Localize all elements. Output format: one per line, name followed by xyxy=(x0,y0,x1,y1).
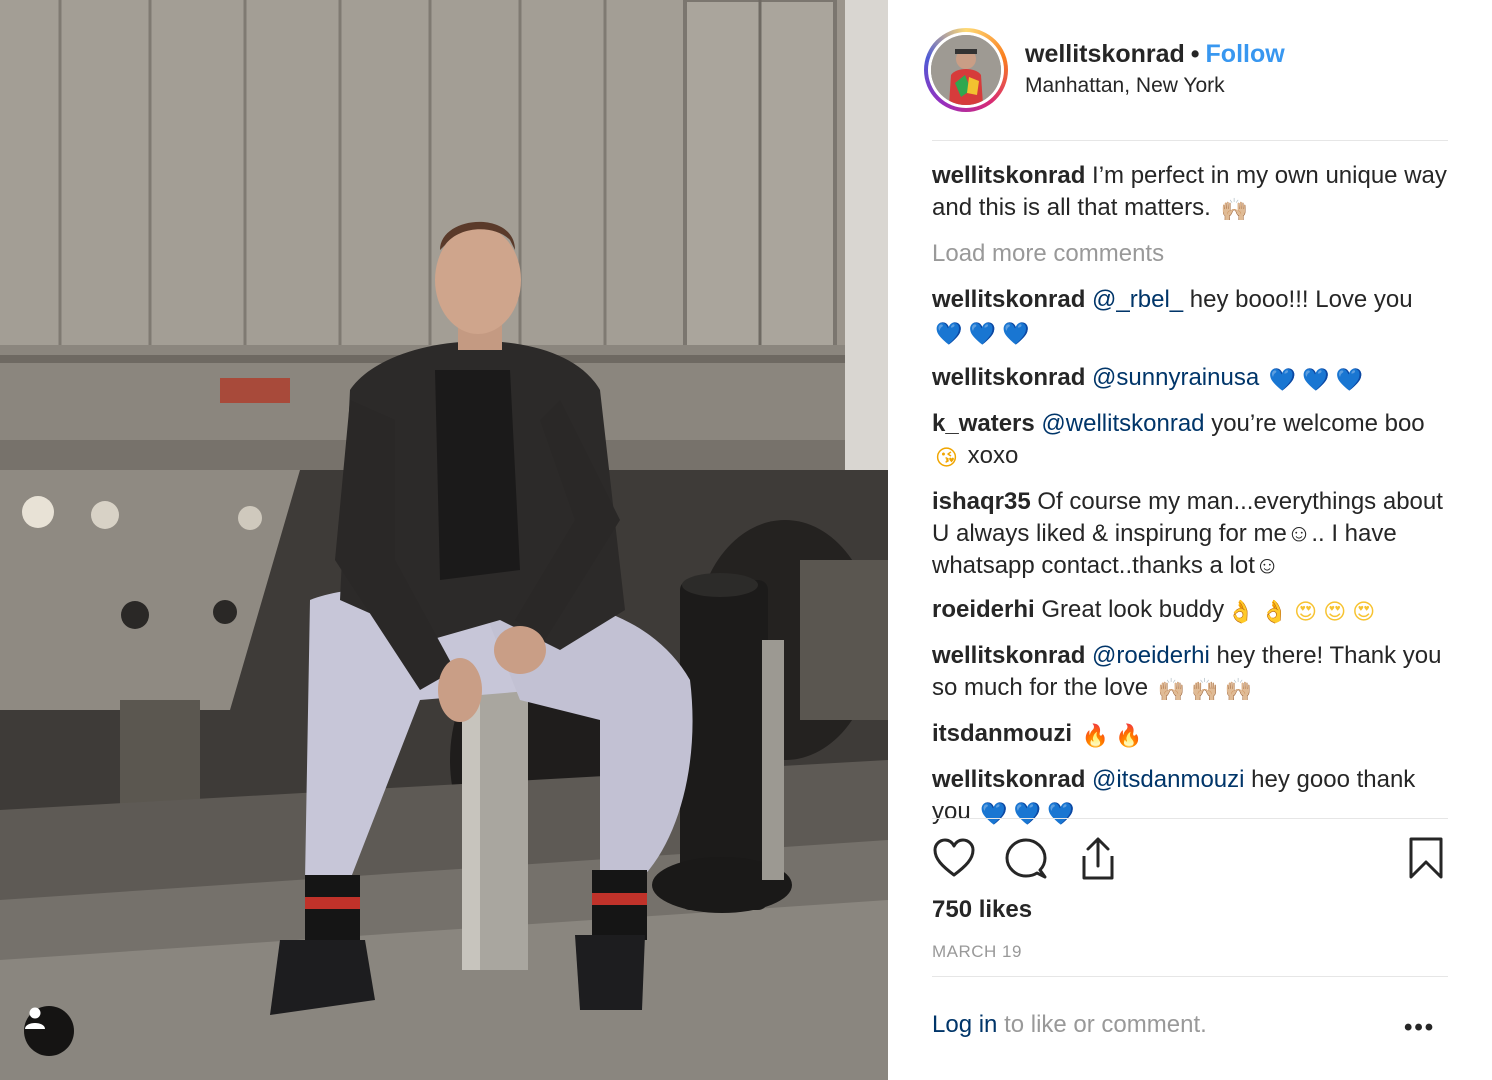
login-prompt-text: to like or comment. xyxy=(1004,1011,1207,1038)
post-photo[interactable] xyxy=(0,0,888,1080)
comment-item: roeiderhi Great look buddy 👌 👌 😍 😍 😍 xyxy=(932,594,1460,628)
raising-hands-emoji: 🙌🏼 🙌🏼 🙌🏼 xyxy=(1157,677,1253,702)
comment-username[interactable]: ishaqr35 xyxy=(932,488,1031,515)
location-link[interactable]: Manhattan, New York xyxy=(1025,74,1225,98)
comment-item: wellitskonrad @_rbel_ hey booo!!! Love y… xyxy=(932,284,1460,350)
login-prompt: Log in to like or comment. xyxy=(932,1011,1207,1039)
comment-text: you’re welcome boo xyxy=(1211,410,1425,437)
separator-dot: • xyxy=(1190,40,1200,68)
bookmark-icon xyxy=(1409,837,1443,879)
caption-username[interactable]: wellitskonrad xyxy=(932,162,1085,189)
fire-emoji: 🔥 🔥 xyxy=(1081,723,1143,748)
like-button[interactable] xyxy=(932,836,976,885)
comment-username[interactable]: roeiderhi xyxy=(932,596,1035,623)
header-divider xyxy=(932,140,1448,141)
avatar-image xyxy=(931,35,1001,105)
blue-heart-emoji: 💙 💙 💙 xyxy=(935,321,1030,346)
heart-outline-icon xyxy=(933,838,975,877)
load-more-comments-button[interactable]: Load more comments xyxy=(932,238,1460,270)
comments-divider xyxy=(932,818,1448,819)
comment-item: itsdanmouzi 🔥 🔥 xyxy=(932,718,1460,752)
comment-username[interactable]: itsdanmouzi xyxy=(932,720,1072,747)
user-tags-button[interactable] xyxy=(24,1006,74,1056)
comment-bubble-icon xyxy=(1005,838,1047,879)
raising-hands-emoji: 🙌🏼 xyxy=(1220,197,1248,222)
comment-item: wellitskonrad @itsdanmouzi hey gooo than… xyxy=(932,764,1460,830)
comment-text-tail: xoxo xyxy=(967,442,1019,469)
save-button[interactable] xyxy=(1406,836,1446,885)
comment-username[interactable]: wellitskonrad xyxy=(932,642,1085,669)
login-link[interactable]: Log in xyxy=(932,1011,997,1038)
blue-heart-emoji: 💙 💙 💙 xyxy=(1268,367,1364,392)
header-username-row: wellitskonrad • Follow xyxy=(1025,40,1285,69)
comment-username[interactable]: wellitskonrad xyxy=(932,286,1085,313)
comment-text: hey booo!!! Love you xyxy=(1189,286,1413,313)
user-silhouette-icon xyxy=(25,1007,45,1029)
caption: wellitskonrad I’m perfect in my own uniq… xyxy=(932,160,1460,226)
photo-scene xyxy=(0,0,888,1080)
comment-button[interactable] xyxy=(1004,836,1048,885)
follow-button[interactable]: Follow xyxy=(1206,40,1285,68)
footer-divider xyxy=(932,976,1448,977)
comments-list: wellitskonrad I’m perfect in my own uniq… xyxy=(932,160,1460,842)
comment-username[interactable]: wellitskonrad xyxy=(932,364,1085,391)
comment-item: k_waters @wellitskonrad you’re welcome b… xyxy=(932,408,1460,474)
likes-count[interactable]: 750 likes xyxy=(932,896,1032,924)
comment-username[interactable]: k_waters xyxy=(932,410,1035,437)
comment-text: Great look buddy xyxy=(1041,596,1225,623)
blue-heart-emoji: 💙 💙 💙 xyxy=(980,801,1075,826)
ok-hand-heart-eyes-emoji: 👌 👌 😍 😍 😍 xyxy=(1227,599,1376,624)
more-options-button[interactable]: ••• xyxy=(1404,1014,1435,1042)
kiss-emoji: 😘 xyxy=(935,445,958,470)
header-username[interactable]: wellitskonrad xyxy=(1025,40,1185,68)
story-ring[interactable] xyxy=(924,28,1008,112)
share-button[interactable] xyxy=(1076,836,1120,885)
comment-mention[interactable]: @roeiderhi xyxy=(1092,642,1210,669)
post-header: wellitskonrad • Follow Manhattan, New York xyxy=(888,0,1492,140)
avatar[interactable] xyxy=(928,32,1004,108)
comment-item: wellitskonrad @sunnyrainusa 💙 💙 💙 xyxy=(932,362,1460,396)
share-upload-icon xyxy=(1082,837,1114,880)
comment-item: wellitskonrad @roeiderhi hey there! Than… xyxy=(932,640,1460,706)
comment-mention[interactable]: @sunnyrainusa xyxy=(1092,364,1259,391)
comment-username[interactable]: wellitskonrad xyxy=(932,766,1085,793)
action-bar xyxy=(932,836,1448,888)
comment-item: ishaqr35 Of course my man...everythings … xyxy=(932,486,1460,582)
comment-mention[interactable]: @wellitskonrad xyxy=(1041,410,1204,437)
comment-mention[interactable]: @_rbel_ xyxy=(1092,286,1183,313)
post-date[interactable]: MARCH 19 xyxy=(932,942,1022,962)
comment-mention[interactable]: @itsdanmouzi xyxy=(1092,766,1244,793)
post-details-panel: wellitskonrad • Follow Manhattan, New York… xyxy=(888,0,1492,1080)
